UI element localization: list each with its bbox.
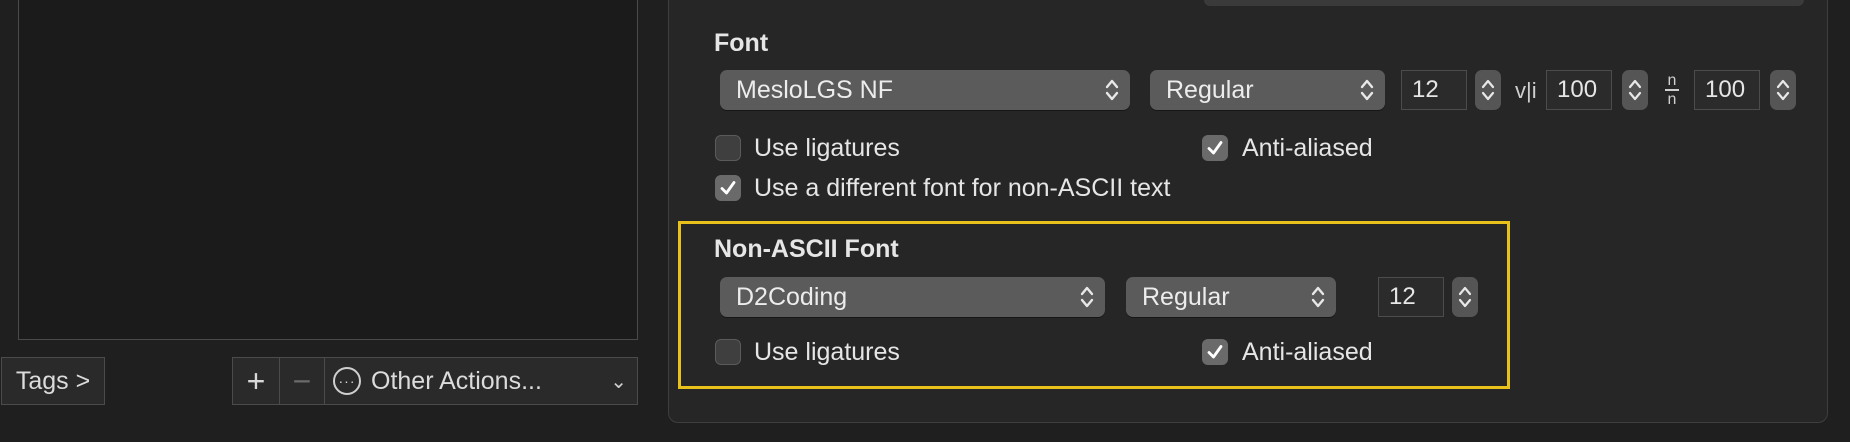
font-style-popup[interactable]: Regular	[1150, 70, 1385, 110]
non-ascii-anti-aliased-label: Anti-aliased	[1242, 338, 1373, 366]
non-ascii-font-style-value: Regular	[1142, 282, 1230, 311]
profile-list[interactable]	[18, 0, 638, 340]
horizontal-spacing-icon: v|i	[1515, 78, 1537, 103]
horizontal-spacing-value: 100	[1557, 76, 1598, 103]
non-ascii-font-family-popup[interactable]: D2Coding	[720, 277, 1105, 317]
vertical-spacing-glyph-top: n	[1667, 72, 1677, 89]
font-size-value: 12	[1412, 76, 1439, 103]
chevron-down-icon: ⌄	[610, 371, 627, 393]
non-ascii-use-ligatures-label: Use ligatures	[754, 338, 900, 366]
different-font-non-ascii-checkbox[interactable]	[715, 175, 741, 201]
updown-chevron-icon	[1105, 79, 1119, 101]
vertical-spacing-stepper[interactable]	[1770, 70, 1796, 110]
chevron-up-icon	[1481, 79, 1495, 89]
top-text-field[interactable]	[1204, 0, 1804, 6]
font-anti-aliased-label: Anti-aliased	[1242, 134, 1373, 162]
updown-chevron-icon	[1080, 286, 1094, 308]
other-actions-label: Other Actions...	[371, 366, 542, 395]
vertical-spacing-field[interactable]: 100	[1694, 70, 1760, 110]
horizontal-spacing-stepper[interactable]	[1622, 70, 1648, 110]
font-style-value: Regular	[1166, 75, 1254, 104]
updown-chevron-icon	[1360, 79, 1374, 101]
vertical-spacing-icon: n n	[1665, 72, 1679, 108]
non-ascii-font-family-value: D2Coding	[736, 282, 848, 311]
non-ascii-font-section-title: Non-ASCII Font	[714, 235, 899, 263]
checkmark-icon	[1207, 345, 1223, 359]
chevron-down-icon	[1628, 91, 1642, 101]
chevron-up-icon	[1776, 79, 1790, 89]
chevron-up-icon	[1628, 79, 1642, 89]
non-ascii-font-size-stepper[interactable]	[1452, 277, 1478, 317]
different-font-non-ascii-label: Use a different font for non-ASCII text	[754, 174, 1171, 202]
non-ascii-font-size-field[interactable]: 12	[1378, 277, 1444, 317]
plus-icon: +	[246, 362, 266, 399]
vertical-spacing-value: 100	[1705, 76, 1746, 103]
chevron-down-icon	[1776, 91, 1790, 101]
checkmark-icon	[720, 181, 736, 195]
font-family-value: MesloLGS NF	[736, 75, 893, 104]
font-size-stepper[interactable]	[1475, 70, 1501, 110]
font-section-title: Font	[714, 29, 769, 57]
checkmark-icon	[1207, 141, 1223, 155]
tags-button-label: Tags >	[15, 366, 91, 395]
non-ascii-font-size-value: 12	[1389, 283, 1416, 310]
ellipsis-circle-icon: ···	[333, 367, 361, 395]
font-size-field[interactable]: 12	[1401, 70, 1467, 110]
chevron-up-icon	[1458, 286, 1472, 296]
non-ascii-use-ligatures-checkbox[interactable]	[715, 339, 741, 365]
vertical-spacing-glyph-bottom: n	[1667, 91, 1677, 108]
font-use-ligatures-checkbox[interactable]	[715, 135, 741, 161]
chevron-down-icon	[1458, 298, 1472, 308]
font-anti-aliased-checkbox[interactable]	[1202, 135, 1228, 161]
remove-profile-button[interactable]: −	[279, 357, 325, 405]
font-use-ligatures-label: Use ligatures	[754, 134, 900, 162]
chevron-down-icon	[1481, 91, 1495, 101]
add-profile-button[interactable]: +	[232, 357, 280, 405]
non-ascii-font-style-popup[interactable]: Regular	[1126, 277, 1336, 317]
other-actions-button[interactable]: ··· Other Actions... ⌄	[324, 357, 638, 405]
updown-chevron-icon	[1311, 286, 1325, 308]
horizontal-spacing-field[interactable]: 100	[1546, 70, 1612, 110]
tags-button[interactable]: Tags >	[1, 357, 105, 405]
minus-icon: −	[292, 362, 312, 399]
font-family-popup[interactable]: MesloLGS NF	[720, 70, 1130, 110]
non-ascii-anti-aliased-checkbox[interactable]	[1202, 339, 1228, 365]
